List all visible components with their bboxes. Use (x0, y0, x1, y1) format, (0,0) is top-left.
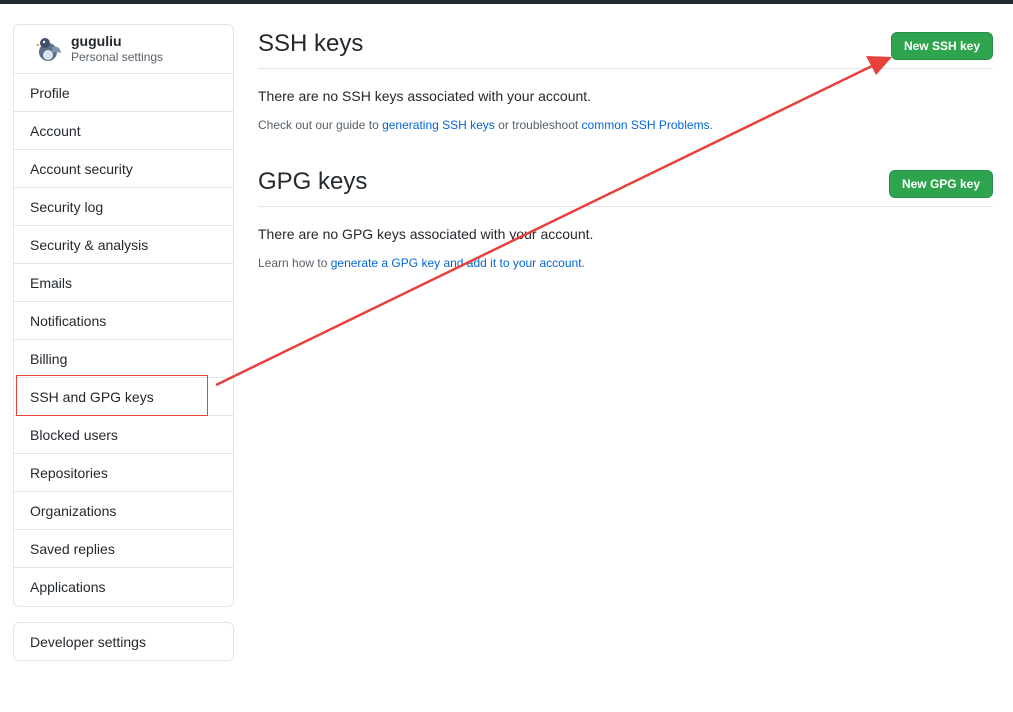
gpg-help-prefix: Learn how to (258, 256, 331, 270)
gpg-keys-title: GPG keys (258, 168, 368, 195)
sidebar-item-profile[interactable]: Profile (14, 74, 233, 112)
common-ssh-problems-link[interactable]: common SSH Problems (582, 118, 710, 132)
new-ssh-key-button[interactable]: New SSH key (890, 32, 993, 60)
ssh-empty-message: There are no SSH keys associated with yo… (258, 88, 592, 104)
sidebar-item-account-security[interactable]: Account security (14, 150, 233, 188)
avatar (34, 35, 62, 63)
gpg-keys-header: GPG keys New GPG key (258, 163, 993, 207)
sidebar-item-ssh-gpg-keys[interactable]: SSH and GPG keys (14, 378, 233, 416)
sidebar-item-account[interactable]: Account (14, 112, 233, 150)
sidebar-item-saved-replies[interactable]: Saved replies (14, 530, 233, 568)
gpg-help-text: Learn how to generate a GPG key and add … (258, 256, 993, 270)
sidebar-item-billing[interactable]: Billing (14, 340, 233, 378)
sidebar-item-organizations[interactable]: Organizations (14, 492, 233, 530)
sidebar-user-header[interactable]: guguliu Personal settings (14, 25, 233, 74)
sidebar-item-emails[interactable]: Emails (14, 264, 233, 302)
sidebar-item-security-analysis[interactable]: Security & analysis (14, 226, 233, 264)
settings-sidebar: guguliu Personal settings Profile Accoun… (13, 24, 234, 607)
new-gpg-key-button[interactable]: New GPG key (888, 170, 993, 198)
main-content: SSH keys New SSH key There are no SSH ke… (258, 24, 993, 270)
ssh-help-text: Check out our guide to generating SSH ke… (258, 118, 993, 132)
generate-gpg-key-link[interactable]: generate a GPG key and add it to your ac… (331, 256, 582, 270)
sidebar-item-applications[interactable]: Applications (14, 568, 233, 606)
ssh-help-middle: or troubleshoot (494, 118, 582, 132)
sidebar-item-developer-settings[interactable]: Developer settings (13, 622, 234, 661)
ssh-help-prefix: Check out our guide to (258, 118, 383, 132)
gpg-empty-message: There are no GPG keys associated with yo… (258, 226, 594, 242)
sidebar-item-blocked-users[interactable]: Blocked users (14, 416, 233, 454)
sidebar-item-notifications[interactable]: Notifications (14, 302, 233, 340)
top-bar (0, 0, 1013, 4)
username[interactable]: guguliu (71, 33, 163, 49)
sidebar-item-repositories[interactable]: Repositories (14, 454, 233, 492)
ssh-keys-section: SSH keys New SSH key There are no SSH ke… (258, 24, 993, 132)
ssh-keys-header: SSH keys New SSH key (258, 24, 993, 69)
gpg-help-suffix: . (581, 256, 585, 270)
sidebar-item-security-log[interactable]: Security log (14, 188, 233, 226)
ssh-help-suffix: . (709, 118, 713, 132)
ssh-keys-title: SSH keys (258, 30, 364, 57)
generating-ssh-keys-link[interactable]: generating SSH keys (382, 118, 495, 132)
personal-settings-label: Personal settings (71, 50, 164, 64)
gpg-keys-section: GPG keys New GPG key There are no GPG ke… (258, 163, 993, 270)
